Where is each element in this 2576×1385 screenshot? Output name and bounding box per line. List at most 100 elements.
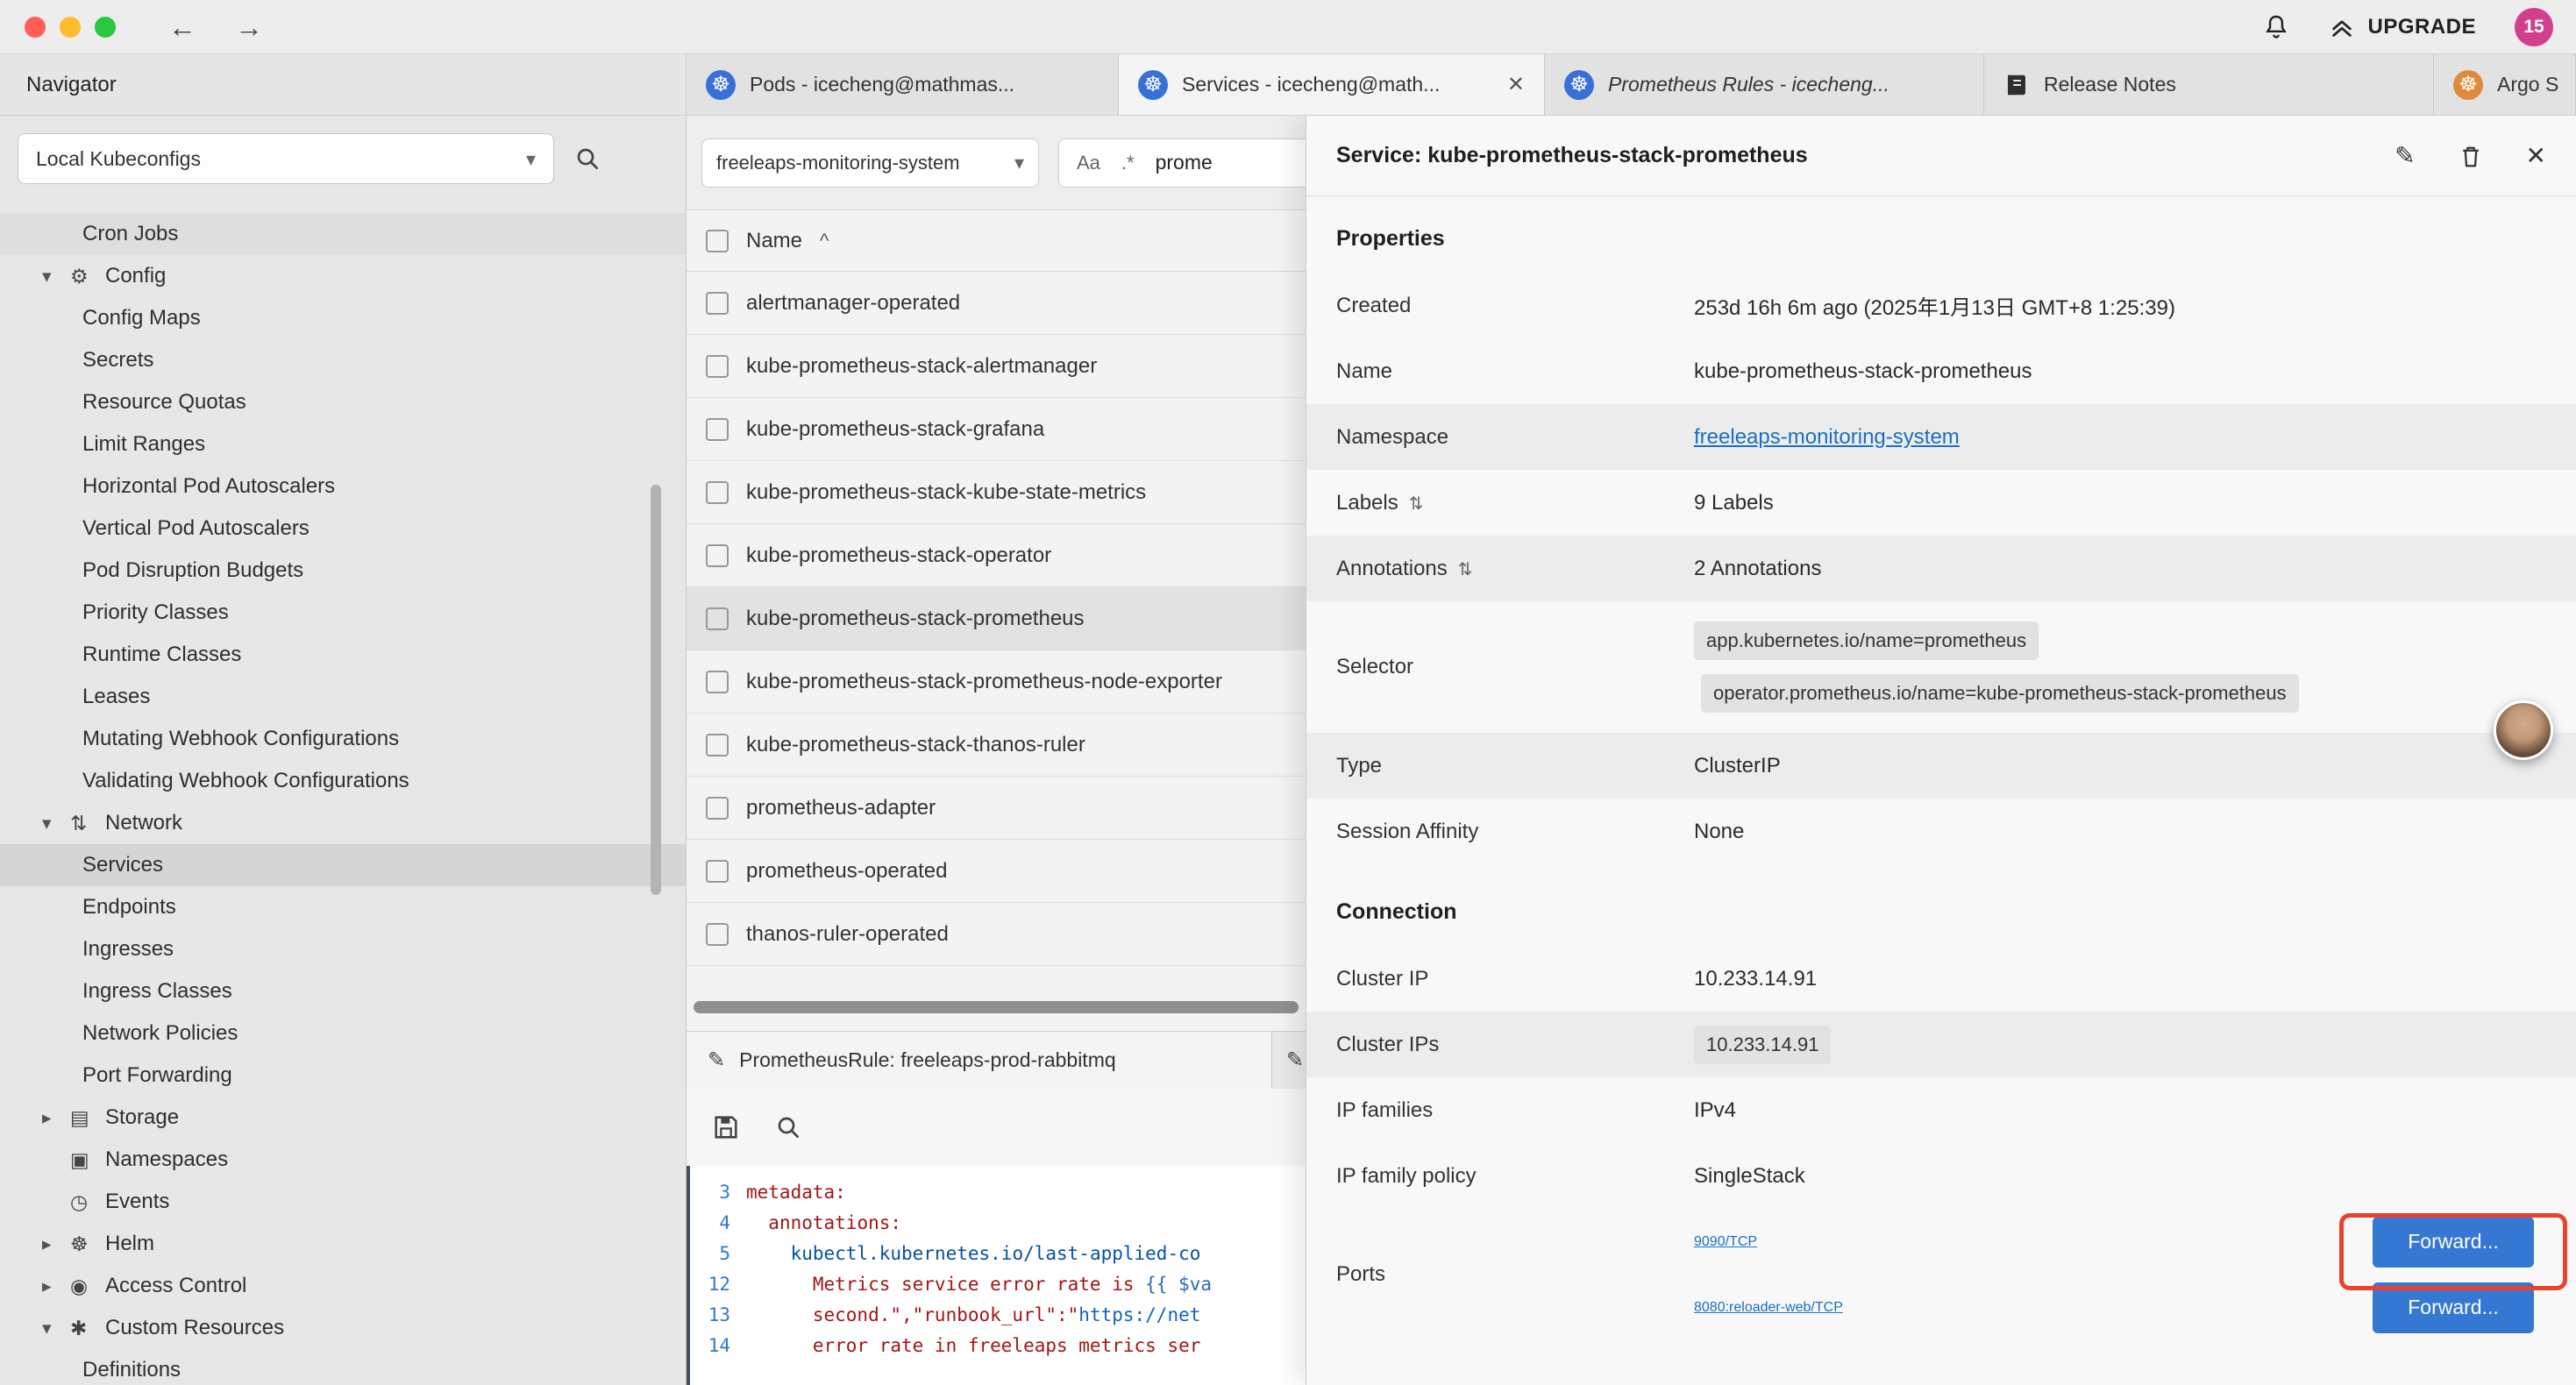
sidebar-item[interactable]: Config Maps bbox=[0, 297, 686, 339]
sidebar-item[interactable]: Resource Quotas bbox=[0, 381, 686, 423]
row-checkbox[interactable] bbox=[706, 671, 729, 693]
property-value[interactable]: 9 Labels bbox=[1694, 491, 1774, 515]
tree-chevron-icon[interactable] bbox=[42, 1318, 70, 1339]
sidebar-item[interactable]: Access Control bbox=[0, 1265, 686, 1307]
floating-avatar[interactable] bbox=[2494, 700, 2553, 760]
sidebar-item[interactable]: Network Policies bbox=[0, 1012, 686, 1055]
sidebar-item[interactable]: Helm bbox=[0, 1223, 686, 1265]
tab-pods[interactable]: Pods - icecheng@mathmas... bbox=[687, 54, 1119, 115]
delete-resource-icon[interactable] bbox=[2458, 143, 2484, 169]
row-checkbox[interactable] bbox=[706, 355, 729, 378]
sidebar-item[interactable]: Priority Classes bbox=[0, 592, 686, 634]
table-row[interactable]: alertmanager-operated bbox=[687, 272, 1306, 335]
close-tab-icon[interactable] bbox=[1507, 72, 1525, 97]
select-all-checkbox[interactable] bbox=[706, 230, 729, 252]
sidebar-item[interactable]: Leases bbox=[0, 676, 686, 718]
row-checkbox[interactable] bbox=[706, 418, 729, 441]
table-row[interactable]: kube-prometheus-stack-grafana bbox=[687, 398, 1306, 461]
property-row-namespace: Namespace freeleaps-monitoring-system bbox=[1306, 404, 2576, 470]
yaml-editor[interactable]: 3 metadata: 4 annotations: 5 kubectl.kub… bbox=[687, 1166, 1306, 1385]
tab-prometheus-rules[interactable]: Prometheus Rules - icecheng... bbox=[1545, 54, 1984, 115]
sidebar-item[interactable]: Ingress Classes bbox=[0, 970, 686, 1012]
notification-count-badge[interactable]: 15 bbox=[2515, 8, 2553, 46]
sidebar-item[interactable]: Events bbox=[0, 1181, 686, 1223]
row-checkbox[interactable] bbox=[706, 923, 729, 946]
sidebar-item[interactable]: Custom Resources bbox=[0, 1307, 686, 1349]
sidebar-search-icon[interactable] bbox=[573, 145, 601, 173]
tree-chevron-icon[interactable] bbox=[42, 1275, 70, 1297]
sidebar-item[interactable]: Pod Disruption Budgets bbox=[0, 550, 686, 592]
table-row[interactable]: kube-prometheus-stack-alertmanager bbox=[687, 335, 1306, 398]
table-row[interactable]: kube-prometheus-stack-thanos-ruler bbox=[687, 714, 1306, 777]
sidebar-scrollbar[interactable] bbox=[651, 485, 661, 895]
namespace-link[interactable]: freeleaps-monitoring-system bbox=[1694, 425, 1960, 450]
sidebar-item[interactable]: Secrets bbox=[0, 339, 686, 381]
forward-port-button[interactable]: Forward... bbox=[2373, 1282, 2534, 1333]
namespace-filter-dropdown[interactable]: freeleaps-monitoring-system bbox=[701, 138, 1039, 188]
sidebar-item[interactable]: Config bbox=[0, 255, 686, 297]
sidebar-item[interactable]: Definitions bbox=[0, 1349, 686, 1385]
table-row[interactable]: prometheus-operated bbox=[687, 840, 1306, 903]
tree-chevron-icon[interactable] bbox=[42, 266, 70, 288]
tree-chevron-icon[interactable] bbox=[42, 813, 70, 835]
sidebar-item[interactable]: Port Forwarding bbox=[0, 1055, 686, 1097]
sidebar-item[interactable]: Namespaces bbox=[0, 1139, 686, 1181]
row-checkbox[interactable] bbox=[706, 797, 729, 820]
table-row[interactable]: prometheus-adapter bbox=[687, 777, 1306, 840]
sort-ascending-icon[interactable] bbox=[820, 230, 829, 252]
forward-port-button[interactable]: Forward... bbox=[2373, 1217, 2534, 1268]
table-row[interactable]: kube-prometheus-stack-operator bbox=[687, 524, 1306, 587]
table-row[interactable]: kube-prometheus-stack-prometheus bbox=[687, 587, 1306, 650]
row-checkbox[interactable] bbox=[706, 481, 729, 504]
tree-chevron-icon[interactable] bbox=[42, 1233, 70, 1255]
sidebar-item[interactable]: Validating Webhook Configurations bbox=[0, 760, 686, 802]
table-row[interactable]: kube-prometheus-stack-prometheus-node-ex… bbox=[687, 650, 1306, 714]
match-case-toggle[interactable]: Aa bbox=[1077, 152, 1100, 174]
row-checkbox[interactable] bbox=[706, 544, 729, 567]
editor-search-icon[interactable] bbox=[774, 1113, 802, 1141]
save-icon[interactable] bbox=[711, 1112, 741, 1142]
sidebar-item[interactable]: Vertical Pod Autoscalers bbox=[0, 508, 686, 550]
name-column-header[interactable]: Name bbox=[746, 229, 802, 253]
list-search-input[interactable]: Aa .* prome bbox=[1058, 138, 1306, 188]
sidebar-item[interactable]: Network bbox=[0, 802, 686, 844]
property-value[interactable]: 2 Annotations bbox=[1694, 557, 1821, 581]
row-checkbox[interactable] bbox=[706, 607, 729, 630]
back-arrow-icon[interactable] bbox=[168, 0, 196, 54]
port-link[interactable]: 9090/TCP bbox=[1694, 1234, 1757, 1250]
table-row[interactable]: thanos-ruler-operated bbox=[687, 903, 1306, 966]
port-link[interactable]: 8080:reloader-web/TCP bbox=[1694, 1300, 1843, 1316]
row-checkbox[interactable] bbox=[706, 292, 729, 315]
tab-services[interactable]: Services - icecheng@math... bbox=[1119, 54, 1545, 115]
regex-toggle[interactable]: .* bbox=[1121, 152, 1135, 174]
row-checkbox[interactable] bbox=[706, 860, 729, 883]
notifications-bell-icon[interactable] bbox=[2262, 13, 2290, 41]
table-row[interactable]: kube-prometheus-stack-kube-state-metrics bbox=[687, 461, 1306, 524]
sidebar-item[interactable]: Horizontal Pod Autoscalers bbox=[0, 465, 686, 508]
minimize-window-button[interactable] bbox=[60, 17, 81, 38]
sidebar-item[interactable]: Services bbox=[0, 844, 686, 886]
expand-toggle-icon[interactable] bbox=[1409, 491, 1424, 515]
sidebar-item[interactable]: Ingresses bbox=[0, 928, 686, 970]
kubeconfig-selector[interactable]: Local Kubeconfigs bbox=[18, 133, 554, 184]
sidebar-item[interactable]: Runtime Classes bbox=[0, 634, 686, 676]
forward-arrow-icon[interactable] bbox=[235, 0, 263, 54]
expand-toggle-icon[interactable] bbox=[1458, 557, 1473, 581]
dock-tab-next-partial[interactable] bbox=[1272, 1032, 1306, 1089]
dock-tab-prometheusrule[interactable]: PrometheusRule: freeleaps-prod-rabbitmq bbox=[687, 1032, 1272, 1089]
sidebar-item[interactable]: Limit Ranges bbox=[0, 423, 686, 465]
sidebar-item[interactable]: Endpoints bbox=[0, 886, 686, 928]
close-panel-icon[interactable] bbox=[2526, 141, 2546, 170]
tab-release-notes[interactable]: Release Notes bbox=[1984, 54, 2434, 115]
close-window-button[interactable] bbox=[25, 17, 46, 38]
upgrade-button[interactable]: UPGRADE bbox=[2329, 14, 2476, 40]
maximize-window-button[interactable] bbox=[95, 17, 116, 38]
sidebar-item[interactable]: Cron Jobs bbox=[0, 213, 686, 255]
edit-resource-icon[interactable] bbox=[2395, 141, 2415, 170]
horizontal-scrollbar[interactable] bbox=[694, 1001, 1299, 1013]
row-checkbox[interactable] bbox=[706, 734, 729, 756]
tree-chevron-icon[interactable] bbox=[42, 1107, 70, 1129]
sidebar-item[interactable]: Storage bbox=[0, 1097, 686, 1139]
sidebar-item[interactable]: Mutating Webhook Configurations bbox=[0, 718, 686, 760]
tab-argo[interactable]: Argo S bbox=[2434, 54, 2576, 115]
